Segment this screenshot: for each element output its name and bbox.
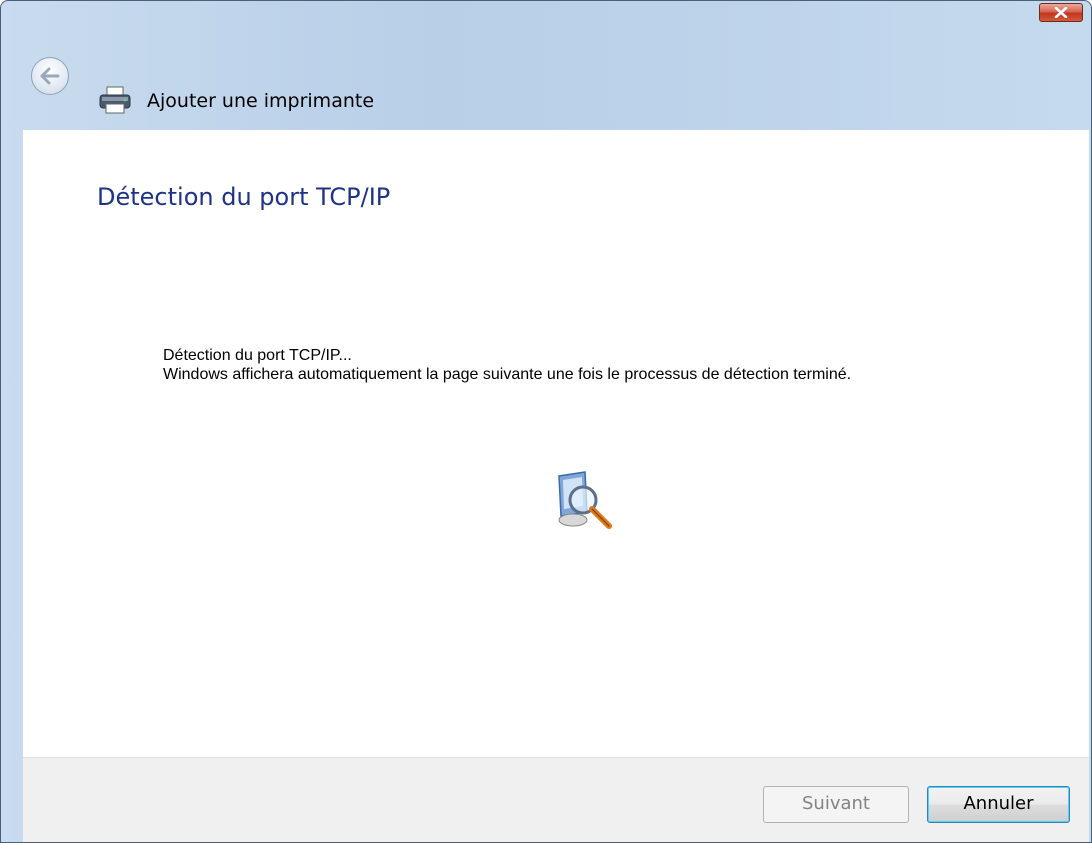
status-message: Détection du port TCP/IP... Windows affi…: [163, 346, 1023, 384]
close-icon: [1054, 7, 1068, 18]
window-title: Ajouter une imprimante: [147, 90, 375, 112]
add-printer-window: Ajouter une imprimante Détection du port…: [0, 0, 1092, 843]
cancel-button[interactable]: Annuler: [927, 786, 1070, 823]
status-line: Détection du port TCP/IP...: [163, 347, 352, 364]
next-button[interactable]: Suivant: [763, 786, 909, 823]
back-arrow-icon: [40, 67, 60, 85]
back-button[interactable]: [31, 57, 69, 95]
search-computer-icon: [558, 471, 612, 529]
navigation-bar: [1, 25, 1091, 77]
page-heading: Détection du port TCP/IP: [97, 183, 391, 211]
content-panel: Détection du port TCP/IP Détection du po…: [23, 130, 1089, 757]
printer-icon: [99, 86, 131, 114]
info-text: Windows affichera automatiquement la pag…: [163, 366, 852, 383]
close-button[interactable]: [1039, 3, 1083, 22]
title-bar: [1, 1, 1091, 25]
button-bar: Suivant Annuler: [23, 757, 1089, 842]
